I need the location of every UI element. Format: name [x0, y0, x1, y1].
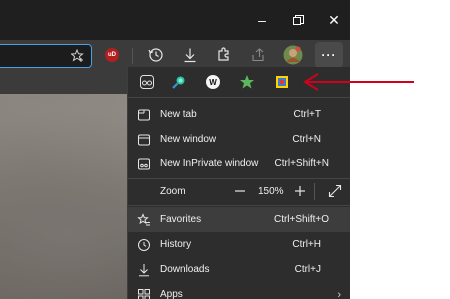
ublock-badge: uD — [105, 48, 119, 62]
zoom-divider — [314, 183, 315, 200]
menu-item-label: New InPrivate window — [160, 158, 259, 169]
menu-item-new-window[interactable]: New window Ctrl+N — [128, 127, 350, 152]
menu-item-label: Apps — [160, 289, 183, 299]
minus-icon — [235, 190, 245, 192]
new-window-icon — [137, 133, 151, 147]
menu-item-new-tab[interactable]: New tab Ctrl+T — [128, 102, 350, 127]
inprivate-icon — [137, 157, 151, 171]
favorites-icon — [137, 212, 151, 227]
history-menu-icon — [137, 238, 151, 252]
fullscreen-button[interactable] — [328, 184, 342, 198]
chevron-right-icon: › — [337, 288, 341, 299]
page-header-strip — [0, 72, 128, 94]
menu-item-new-inprivate-window[interactable]: New InPrivate window Ctrl+Shift+N — [128, 151, 350, 176]
downloads-button[interactable] — [177, 42, 203, 68]
address-bar[interactable] — [0, 44, 92, 68]
extensions-icon — [218, 47, 229, 61]
reading-glasses-extension-icon[interactable] — [138, 73, 156, 91]
minimize-button[interactable]: – — [244, 0, 280, 40]
menu-item-label: History — [160, 239, 192, 250]
menu-item-favorites[interactable]: Favorites Ctrl+Shift+O — [128, 207, 350, 232]
close-icon: ✕ — [328, 12, 340, 28]
menu-item-shortcut: Ctrl+J — [294, 264, 321, 275]
toolbar-divider — [132, 48, 133, 64]
share-button[interactable] — [245, 42, 271, 68]
downloads-menu-icon — [137, 263, 151, 277]
search-extension-icon[interactable] — [170, 73, 188, 91]
star-extension-icon[interactable] — [238, 73, 256, 91]
profile-avatar — [283, 45, 303, 65]
downloads-icon — [184, 48, 196, 63]
apps-icon — [137, 288, 151, 299]
menu-item-shortcut: Ctrl+Shift+O — [273, 214, 329, 225]
add-favorite-icon[interactable] — [71, 49, 85, 63]
ublock-origin-icon[interactable]: uD — [99, 42, 125, 68]
profile-button[interactable] — [280, 42, 306, 68]
w-extension-icon[interactable]: W — [204, 73, 222, 91]
zoom-out-button[interactable] — [234, 185, 246, 197]
menu-item-history[interactable]: History Ctrl+H — [128, 232, 350, 257]
plus-icon — [295, 186, 305, 196]
menu-item-shortcut: Ctrl+N — [292, 134, 321, 145]
menu-item-label: New window — [160, 134, 217, 145]
menu-item-zoom: Zoom 150% — [128, 179, 350, 204]
menu-item-label: Downloads — [160, 264, 210, 275]
more-options-icon: ··· — [321, 48, 337, 62]
zoom-label: Zoom — [160, 186, 186, 197]
close-button[interactable]: ✕ — [316, 0, 350, 40]
menu-separator — [128, 205, 350, 206]
menu-item-label: New tab — [160, 109, 197, 120]
new-tab-icon — [137, 108, 151, 122]
restore-button[interactable] — [280, 0, 316, 40]
history-icon — [148, 48, 163, 62]
color-picker-extension-icon[interactable] — [273, 73, 291, 91]
annotation-arrow — [303, 73, 414, 91]
extensions-button[interactable] — [211, 42, 237, 68]
menu-item-downloads[interactable]: Downloads Ctrl+J — [128, 257, 350, 282]
minimize-icon: – — [258, 12, 266, 28]
fullscreen-icon — [328, 184, 342, 198]
share-icon — [252, 48, 264, 62]
menu-item-apps[interactable]: Apps › — [128, 282, 350, 299]
zoom-in-button[interactable] — [294, 185, 306, 197]
settings-menu: W New tab Ctrl+T New window Ctrl+N New I… — [127, 67, 350, 299]
zoom-level: 150% — [258, 186, 284, 197]
menu-item-shortcut: Ctrl+Shift+N — [274, 158, 329, 169]
menu-item-shortcut: Ctrl+T — [293, 109, 322, 120]
menu-item-label: Favorites — [160, 214, 202, 225]
menu-item-shortcut: Ctrl+H — [292, 239, 321, 250]
title-bar: – ✕ — [0, 0, 350, 40]
more-options-button[interactable]: ··· — [315, 42, 343, 68]
browser-window: – ✕ uD ··· W New tab Ctrl+T New window C… — [0, 0, 350, 299]
restore-icon — [292, 14, 304, 25]
history-button[interactable] — [143, 42, 169, 68]
